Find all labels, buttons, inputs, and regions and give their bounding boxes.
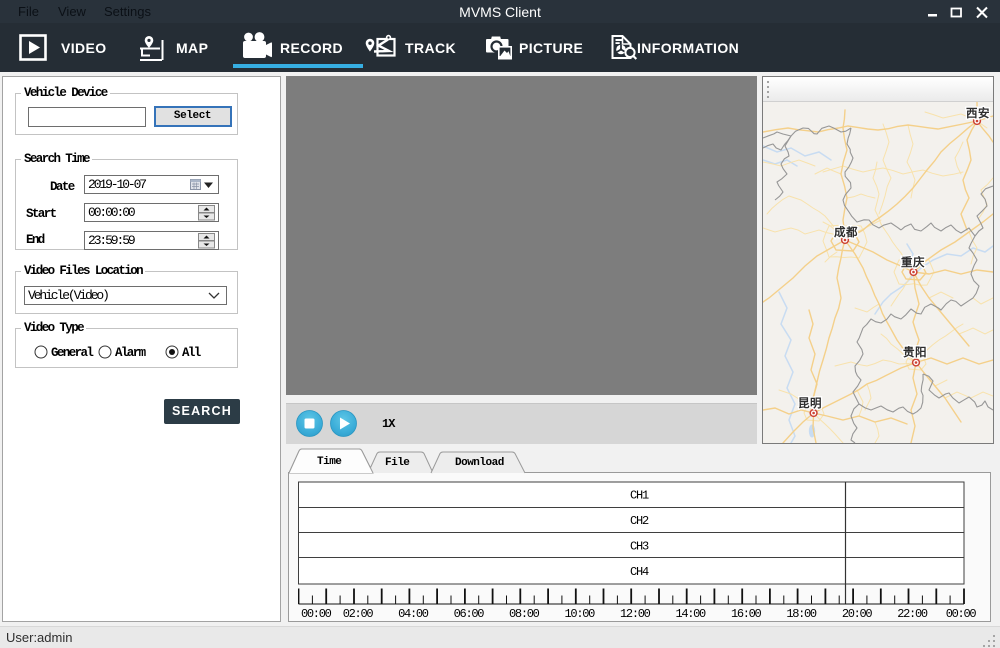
svg-text:18:00: 18:00 xyxy=(786,607,817,621)
svg-text:重庆: 重庆 xyxy=(901,255,925,269)
svg-text:10:00: 10:00 xyxy=(565,607,596,621)
svg-text:CH3: CH3 xyxy=(630,540,649,554)
svg-text:22:00: 22:00 xyxy=(897,607,928,621)
svg-text:04:00: 04:00 xyxy=(398,607,429,621)
svg-text:成都: 成都 xyxy=(834,225,858,239)
svg-text:06:00: 06:00 xyxy=(454,607,485,621)
svg-text:14:00: 14:00 xyxy=(675,607,706,621)
svg-text:00:00: 00:00 xyxy=(301,607,332,621)
svg-text:CH1: CH1 xyxy=(630,489,649,503)
svg-text:西安: 西安 xyxy=(966,106,990,120)
svg-text:贵阳: 贵阳 xyxy=(903,345,927,359)
svg-text:20:00: 20:00 xyxy=(842,607,873,621)
svg-text:16:00: 16:00 xyxy=(731,607,762,621)
svg-text:12:00: 12:00 xyxy=(620,607,651,621)
svg-text:CH4: CH4 xyxy=(630,565,649,579)
svg-text:CH2: CH2 xyxy=(630,514,649,528)
svg-text:02:00: 02:00 xyxy=(343,607,374,621)
svg-text:昆明: 昆明 xyxy=(798,396,822,410)
svg-text:00:00: 00:00 xyxy=(946,607,977,621)
svg-text:08:00: 08:00 xyxy=(509,607,540,621)
